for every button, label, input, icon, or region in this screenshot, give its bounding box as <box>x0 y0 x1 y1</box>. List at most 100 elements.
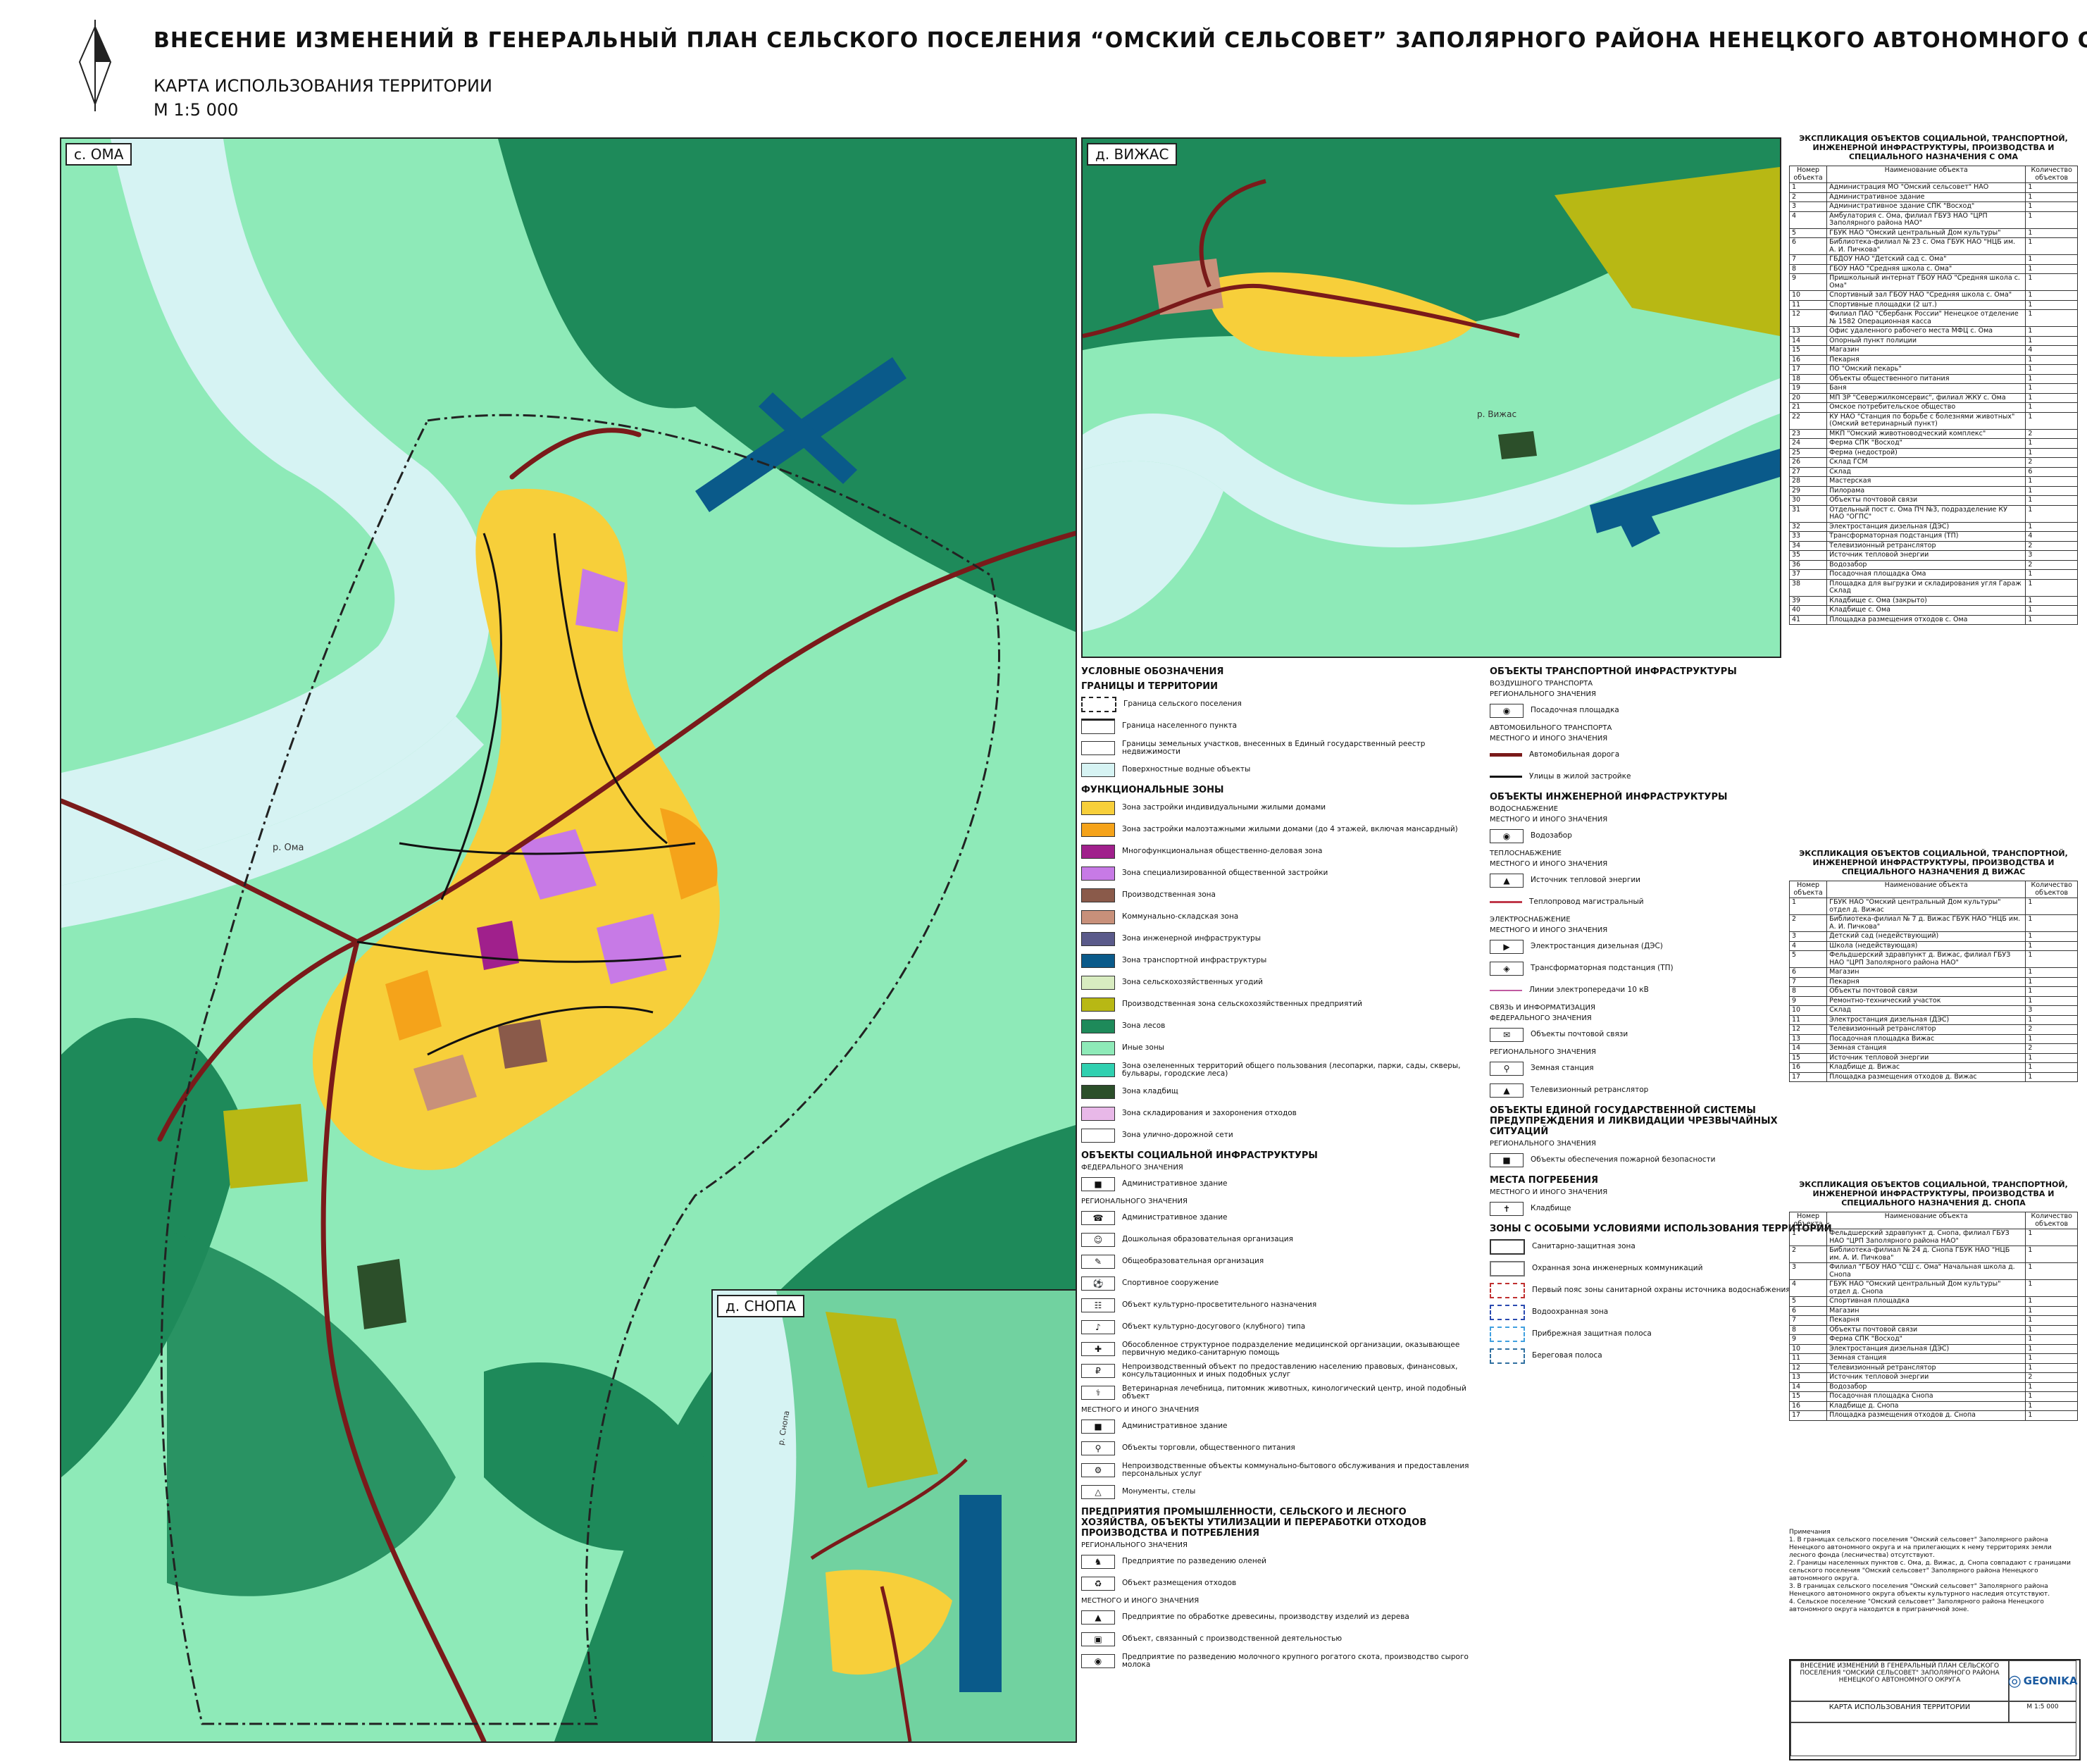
legend-item: ◉ Водозабор <box>1490 825 1835 847</box>
table-row: 8 ГБОУ НАО "Средняя школа с. Ома" 1 <box>1788 263 2078 274</box>
legend-item: ⚕ Ветеринарная лечебница, питомник животн… <box>1081 1381 1476 1403</box>
row-count: 1 <box>2025 201 2078 212</box>
row-number: 6 <box>1788 237 1828 255</box>
table-row: 1 ГБУК НАО "Омский центральный Дом культу… <box>1788 897 2078 915</box>
row-number: 8 <box>1788 986 1828 997</box>
table-row: 10 Склад 3 <box>1788 1005 2078 1016</box>
column-header: Номер объекта <box>1788 1212 1828 1229</box>
row-name: ГБОУ НАО "Средняя школа с. Ома" <box>1826 263 2026 274</box>
reindeer-icon: ♞ <box>1081 1554 1115 1569</box>
post-icon: ✉ <box>1490 1027 1524 1042</box>
table-row: 14 Опорный пункт полиции 1 <box>1788 335 2078 346</box>
map-label-vizhas: д. ВИЖАС <box>1087 143 1178 166</box>
row-name: Ремонтно-технический участок <box>1826 995 2026 1006</box>
row-count: 1 <box>2025 1072 2078 1082</box>
row-count: 1 <box>2025 995 2078 1006</box>
fire-station-icon: ■ <box>1490 1153 1524 1167</box>
row-name: Кладбище д. Снопа <box>1826 1400 2026 1411</box>
row-count: 1 <box>2025 192 2078 202</box>
explication-title: ЭКСПЛИКАЦИЯ ОБЪЕКТОВ СОЦИАЛЬНОЙ, ТРАНСПО… <box>1799 1180 2068 1207</box>
map-snopa[interactable]: д. СНОПА р. Снопа <box>711 1289 1077 1743</box>
map-vizhas[interactable]: д. ВИЖАС р. Вижас <box>1081 137 1781 658</box>
north-arrow-icon <box>78 20 112 111</box>
row-number: 39 <box>1788 595 1828 606</box>
row-number: 9 <box>1788 273 1828 291</box>
table-row: 6 Магазин 1 <box>1788 967 2078 978</box>
row-number: 10 <box>1788 1343 1828 1354</box>
table-row: 21 Омское потребительское общество 1 <box>1788 402 2078 413</box>
legend-zone: Зона инженерной инфраструктуры <box>1081 928 1476 950</box>
row-number: 6 <box>1788 1305 1828 1316</box>
legend-zone: Зона улично-дорожной сети <box>1081 1124 1476 1146</box>
column-header: Наименование объекта <box>1826 881 2026 898</box>
explication-table: Номер объекта Наименование объекта Колич… <box>1788 166 2078 625</box>
legend-subhead: ВОЗДУШНОГО ТРАНСПОРТА <box>1490 680 1593 688</box>
row-count: 4 <box>2025 531 2078 542</box>
stamp-signatures <box>1790 1722 2076 1756</box>
table-row: 10 Электростанция дизельная (ДЭС) 1 <box>1788 1343 2078 1354</box>
row-number: 25 <box>1788 447 1828 458</box>
table-row: 7 Пекарня 1 <box>1788 1315 2078 1326</box>
explication-table: Номер объекта Наименование объекта Колич… <box>1788 1212 2078 1421</box>
row-count: 1 <box>2025 931 2078 942</box>
page-subtitle: КАРТА ИСПОЛЬЗОВАНИЯ ТЕРРИТОРИИ <box>154 76 492 96</box>
row-number: 9 <box>1788 995 1828 1006</box>
river-label-oma: р. Ома <box>273 843 304 853</box>
row-count: 1 <box>2025 402 2078 413</box>
stamp-project: ВНЕСЕНИЕ ИЗМЕНЕНИЙ В ГЕНЕРАЛЬНЫЙ ПЛАН СЕ… <box>1790 1660 2009 1701</box>
row-name: Посадочная площадка Ома <box>1826 569 2026 580</box>
legend-zones: Зона застройки индивидуальными жилыми до… <box>1081 797 1476 1146</box>
row-count: 1 <box>2025 1315 2078 1326</box>
row-count: 1 <box>2025 1362 2078 1373</box>
row-name: Школа (недействующая) <box>1826 940 2026 951</box>
row-name: Земная станция <box>1826 1043 2026 1054</box>
row-count: 1 <box>2025 950 2078 968</box>
legend-item: Первый пояс зоны санитарной охраны источ… <box>1490 1279 1835 1301</box>
notes: Примечания 1. В границах сельского посел… <box>1789 1529 2078 1614</box>
row-count: 3 <box>2025 1005 2078 1016</box>
table-row: 13 Источник тепловой энергии 2 <box>1788 1372 2078 1383</box>
bank-icon: ₽ <box>1081 1363 1115 1378</box>
row-name: Омское потребительское общество <box>1826 402 2026 413</box>
row-count: 1 <box>2025 182 2078 193</box>
legend-item: △ Монументы, стелы <box>1081 1481 1476 1503</box>
row-name: Детский сад (недействующий) <box>1826 931 2026 942</box>
row-name: Объекты почтовой связи <box>1826 1324 2026 1335</box>
antenna-icon: ▲ <box>1490 1083 1524 1098</box>
table-row: 11 Спортивные площадки (2 шт.) 1 <box>1788 299 2078 310</box>
explication-title: ЭКСПЛИКАЦИЯ ОБЪЕКТОВ СОЦИАЛЬНОЙ, ТРАНСПО… <box>1799 134 2068 161</box>
transformer-icon: ◈ <box>1490 961 1524 976</box>
row-number: 14 <box>1788 1043 1828 1054</box>
row-name: Библиотека-филиал № 7 д. Вижас ГБУК НАО … <box>1826 914 2026 932</box>
helipad-icon: ◉ <box>1490 703 1524 718</box>
legend-subhead: РЕГИОНАЛЬНОГО ЗНАЧЕНИЯ <box>1081 1541 1188 1549</box>
row-count: 2 <box>2025 1043 2078 1054</box>
row-number: 16 <box>1788 1062 1828 1073</box>
row-number: 33 <box>1788 531 1828 542</box>
legend-subhead: РЕГИОНАЛЬНОГО ЗНАЧЕНИЯ <box>1081 1198 1188 1205</box>
legend-item: ♻ Объект размещения отходов <box>1081 1572 1476 1594</box>
table-row: 27 Склад 6 <box>1788 466 2078 477</box>
table-row: 15 Посадочная площадка Снопа 1 <box>1788 1391 2078 1402</box>
legend-item: ▣ Объект, связанный с производственной де… <box>1081 1628 1476 1650</box>
row-name: Опорный пункт полиции <box>1826 335 2026 346</box>
sawmill-icon: ▲ <box>1081 1610 1115 1625</box>
table-row: 34 Телевизионный ретранслятор 2 <box>1788 540 2078 551</box>
table-row: 26 Склад ГСМ 2 <box>1788 457 2078 468</box>
row-count: 1 <box>2025 1014 2078 1025</box>
row-number: 30 <box>1788 495 1828 506</box>
row-number: 11 <box>1788 1353 1828 1364</box>
legend-item: ♞ Предприятие по разведению оленей <box>1081 1551 1476 1572</box>
row-number: 23 <box>1788 428 1828 439</box>
table-row: 28 Мастерская 1 <box>1788 476 2078 487</box>
row-name: Пекарня <box>1826 1315 2026 1326</box>
row-name: Площадка размещения отходов с. Ома <box>1826 614 2026 625</box>
table-row: 33 Трансформаторная подстанция (ТП) 4 <box>1788 531 2078 542</box>
legend-subhead: МЕСТНОГО И ИНОГО ЗНАЧЕНИЯ <box>1490 860 1608 868</box>
legend-zone: Зона складирования и захоронения отходов <box>1081 1102 1476 1124</box>
row-name: ГБУК НАО "Омский центральный Дом культур… <box>1826 228 2026 238</box>
row-name: Ферма СПК "Восход" <box>1826 438 2026 449</box>
table-row: 8 Объекты почтовой связи 1 <box>1788 986 2078 997</box>
legend-item: ▲ Предприятие по обработке древесины, про… <box>1081 1606 1476 1628</box>
row-name: ГБУК НАО "Омский центральный Дом культур… <box>1826 897 2026 915</box>
